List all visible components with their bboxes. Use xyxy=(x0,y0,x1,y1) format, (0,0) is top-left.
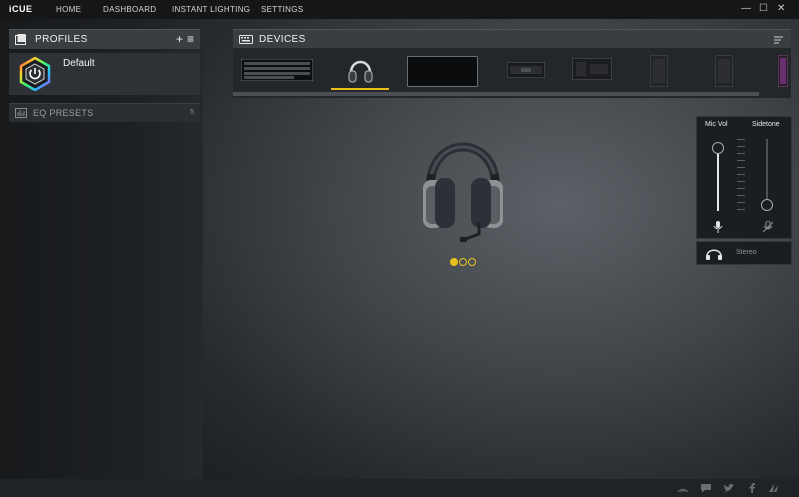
selected-device-indicator xyxy=(331,88,389,90)
device-controller[interactable] xyxy=(572,58,612,80)
audio-controls-panel: Mic Vol Sidetone xyxy=(696,116,792,239)
device-strip xyxy=(233,48,791,98)
bottom-bar xyxy=(0,479,799,497)
corsair-logo-icon[interactable] xyxy=(768,483,780,493)
device-fan-hub-2[interactable] xyxy=(715,55,733,87)
sidetone-slider-track[interactable] xyxy=(766,139,768,205)
sidetone-slider-thumb[interactable] xyxy=(761,199,773,211)
mic-vol-slider-track[interactable] xyxy=(717,145,719,211)
pager-dot[interactable] xyxy=(459,258,467,266)
pager-dot[interactable] xyxy=(450,258,458,266)
profiles-header: PROFILES + ≡ xyxy=(9,29,200,49)
network-icon[interactable] xyxy=(677,483,689,493)
mic-vol-label: Mic Vol xyxy=(705,121,728,128)
profile-item-default[interactable]: Default xyxy=(9,53,200,95)
device-sort-icon[interactable] xyxy=(774,36,783,44)
device-case[interactable] xyxy=(778,55,788,87)
equalizer-icon xyxy=(15,108,27,118)
profiles-icon xyxy=(15,34,26,45)
app-logo: iCUE xyxy=(9,4,33,14)
nav-home[interactable]: HOME xyxy=(56,5,81,14)
nav-settings[interactable]: SETTINGS xyxy=(261,5,303,14)
sidetone-icon xyxy=(763,221,773,233)
device-memory[interactable] xyxy=(507,62,545,78)
nav-instant-lighting[interactable]: INSTANT LIGHTING xyxy=(172,5,250,14)
nav-dashboard[interactable]: DASHBOARD xyxy=(103,5,156,14)
facebook-icon[interactable] xyxy=(746,483,758,493)
volume-scale-ticks xyxy=(737,139,745,213)
keyboard-icon xyxy=(239,35,253,44)
stereo-mode-button[interactable]: Stereo xyxy=(696,241,792,265)
top-bar: iCUE HOME DASHBOARD INSTANT LIGHTING SET… xyxy=(0,0,799,19)
twitter-icon[interactable] xyxy=(723,483,735,493)
minimize-button[interactable]: — xyxy=(741,3,751,15)
microphone-icon xyxy=(713,221,723,233)
eq-presets-count: 5 xyxy=(190,109,194,116)
devices-header: DEVICES xyxy=(233,29,791,49)
device-mousepad[interactable] xyxy=(407,56,478,87)
pager-dot[interactable] xyxy=(468,258,476,266)
profiles-menu-button[interactable]: ≡ xyxy=(187,32,194,46)
profile-name: Default xyxy=(63,58,95,69)
add-profile-button[interactable]: + xyxy=(176,32,183,46)
chat-icon[interactable] xyxy=(700,483,712,493)
headset-image xyxy=(423,142,503,242)
maximize-button[interactable]: ☐ xyxy=(759,3,768,15)
eq-presets-bar[interactable]: EQ PRESETS 5 xyxy=(9,103,200,122)
device-fan-hub[interactable] xyxy=(650,55,668,87)
device-headset[interactable] xyxy=(347,56,374,84)
mic-vol-slider-thumb[interactable] xyxy=(712,142,724,155)
close-button[interactable]: ✕ xyxy=(777,3,785,15)
eq-presets-title: EQ PRESETS xyxy=(33,108,94,118)
profiles-title: PROFILES xyxy=(35,34,88,45)
stereo-mode-label: Stereo xyxy=(736,249,757,256)
device-keyboard[interactable] xyxy=(241,59,313,81)
device-strip-scrollbar[interactable] xyxy=(233,92,759,96)
headphones-icon xyxy=(706,249,722,260)
devices-title: DEVICES xyxy=(259,34,306,45)
corsair-profile-icon xyxy=(19,57,51,91)
sidetone-label: Sidetone xyxy=(752,121,780,128)
